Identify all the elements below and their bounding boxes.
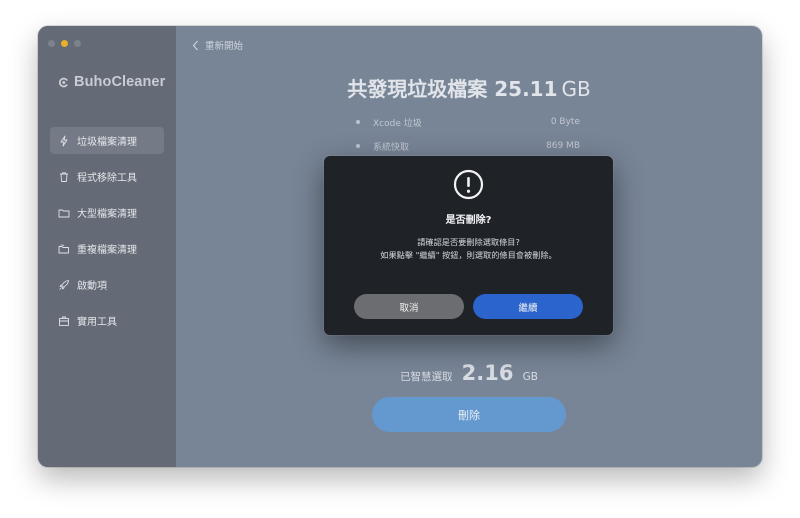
sidebar-item-junk-cleaner[interactable]: 垃圾檔案清理 (50, 127, 164, 154)
folder-icon (58, 209, 70, 217)
selected-summary: 已智慧選取 2.16 GB (176, 361, 762, 385)
dialog-message-line: 請確認是否要刪除選取條目? (417, 237, 520, 247)
window-controls (48, 40, 81, 47)
trash-icon (60, 171, 68, 182)
bullet-dot (356, 120, 360, 124)
toolbox-icon (59, 316, 69, 326)
junk-total-size: 25.11 (494, 77, 558, 101)
duplicate-folder-icon (58, 244, 69, 253)
sidebar-item-duplicate-files[interactable]: 重複檔案清理 (50, 235, 164, 262)
dialog-title: 是否刪除? (445, 215, 492, 226)
exclamation-circle-icon (453, 169, 484, 200)
page-title: 共發現垃圾檔案 25.11 GB (176, 73, 762, 102)
sidebar-item-app-uninstaller[interactable]: 程式移除工具 (50, 163, 164, 190)
restart-label: 重新開始 (205, 41, 244, 52)
bullet-dot (356, 144, 360, 148)
dialog-message: 請確認是否要刪除選取條目? 如果點擊 "繼續" 按鈕，則選取的條目會被刪除。 (324, 236, 613, 262)
sidebar: BuhoCleaner 垃圾檔案清理 程式移除工具 大型檔案清理 重複檔案清理 … (38, 26, 176, 467)
list-item[interactable]: Xcode 垃圾 0 Byte (356, 110, 580, 134)
rocket-icon (59, 279, 69, 290)
dialog-message-line: 如果點擊 "繼續" 按鈕，則選取的條目會被刪除。 (380, 250, 557, 260)
list-item-label: 系統快取 (373, 142, 410, 153)
app-brand: BuhoCleaner (58, 74, 165, 90)
sidebar-nav: 垃圾檔案清理 程式移除工具 大型檔案清理 重複檔案清理 啟動項 實用工具 (50, 127, 164, 343)
list-item[interactable]: 系統快取 869 MB (356, 134, 580, 158)
lightning-icon (60, 135, 68, 146)
headline-prefix: 共發現垃圾檔案 (347, 77, 488, 101)
continue-button[interactable]: 繼續 (473, 294, 583, 319)
selected-unit: GB (522, 371, 538, 383)
app-name: BuhoCleaner (74, 74, 166, 90)
junk-total-unit: GB (561, 77, 591, 101)
sidebar-item-large-files[interactable]: 大型檔案清理 (50, 199, 164, 226)
sidebar-item-startup-items[interactable]: 啟動項 (50, 271, 164, 298)
selected-label: 已智慧選取 (400, 371, 453, 383)
sidebar-item-label: 啟動項 (77, 281, 107, 292)
sidebar-item-toolkit[interactable]: 實用工具 (50, 307, 164, 334)
maximize-window-button[interactable] (74, 40, 81, 47)
confirm-delete-dialog: 是否刪除? 請確認是否要刪除選取條目? 如果點擊 "繼續" 按鈕，則選取的條目會… (324, 156, 613, 335)
selected-size: 2.16 (461, 361, 514, 385)
sidebar-item-label: 程式移除工具 (77, 173, 137, 184)
sidebar-item-label: 重複檔案清理 (77, 245, 137, 256)
cancel-button[interactable]: 取消 (354, 294, 464, 319)
delete-button[interactable]: 刪除 (372, 397, 566, 432)
list-item-size: 0 Byte (550, 117, 580, 127)
close-window-button[interactable] (48, 40, 55, 47)
restart-link[interactable]: 重新開始 (192, 38, 243, 52)
sidebar-item-label: 大型檔案清理 (77, 209, 137, 220)
junk-category-list: Xcode 垃圾 0 Byte 系統快取 869 MB (356, 110, 580, 158)
sidebar-item-label: 垃圾檔案清理 (77, 137, 137, 148)
minimize-window-button[interactable] (61, 40, 68, 47)
list-item-size: 869 MB (546, 141, 580, 151)
chevron-left-icon (192, 40, 198, 50)
app-logo-icon (58, 77, 68, 87)
list-item-label: Xcode 垃圾 (373, 118, 422, 129)
sidebar-item-label: 實用工具 (77, 317, 117, 328)
